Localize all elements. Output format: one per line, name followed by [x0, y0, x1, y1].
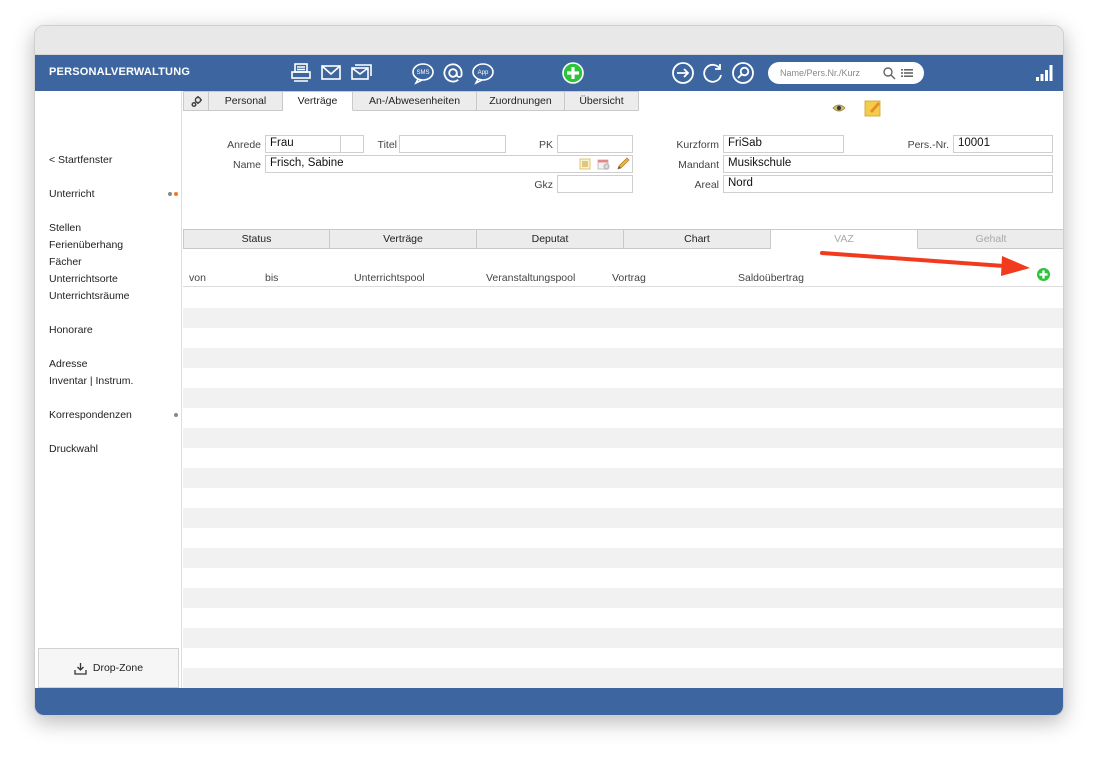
name-field[interactable]: Frisch, Sabine [265, 155, 633, 173]
app-window: PERSONALVERWALTUNG SMS App Name/Pers.Nr.… [34, 25, 1064, 716]
sms-icon[interactable]: SMS [411, 61, 435, 85]
gkz-label: Gkz [534, 179, 553, 191]
sidebar-item-startfenster[interactable]: < Startfenster [49, 154, 112, 166]
search-input[interactable] [780, 66, 876, 80]
persnr-field[interactable]: 10001 [953, 135, 1053, 153]
kurzform-field[interactable]: FriSab [723, 135, 844, 153]
anrede-field[interactable]: Frau [265, 135, 341, 153]
at-email-icon[interactable] [441, 61, 465, 85]
sub-tabs: Status Verträge Deputat Chart VAZ Gehalt [183, 229, 1063, 249]
main-content: Personal Verträge An-/Abwesenheiten Zuor… [183, 91, 1063, 688]
titel-field[interactable] [399, 135, 506, 153]
tab-an-abwesenheiten[interactable]: An-/Abwesenheiten [353, 91, 477, 111]
sidebar-item-unterrichtsraeume[interactable]: Unterrichtsräume [49, 290, 130, 302]
column-saldouebertrag[interactable]: Saldoübertrag [738, 272, 804, 284]
column-unterrichtspool[interactable]: Unterrichtspool [354, 272, 425, 284]
search-icon[interactable] [882, 66, 896, 80]
kurzform-label: Kurzform [676, 139, 719, 151]
edit-pencil-icon[interactable] [616, 156, 631, 171]
refresh-icon[interactable] [701, 61, 725, 85]
sidebar-item-inventar[interactable]: Inventar | Instrum. [49, 375, 133, 387]
column-bis[interactable]: bis [265, 272, 278, 284]
search-box [768, 62, 924, 84]
bottom-bar [35, 688, 1063, 715]
gkz-field[interactable] [557, 175, 633, 193]
search-zoom-icon[interactable] [731, 61, 755, 85]
mandant-field[interactable]: Musikschule [723, 155, 1053, 173]
column-vortrag[interactable]: Vortrag [612, 272, 646, 284]
sidebar-item-stellen[interactable]: Stellen [49, 222, 81, 234]
svg-text:App: App [478, 70, 489, 76]
print-icon[interactable] [289, 61, 313, 85]
download-tray-icon [74, 662, 87, 675]
name-label: Name [232, 159, 261, 171]
column-veranstaltungspool[interactable]: Veranstaltungspool [486, 272, 575, 284]
calendar-icon[interactable] [597, 158, 610, 170]
table-body [183, 288, 1063, 688]
app-title: PERSONALVERWALTUNG [49, 66, 191, 78]
status-dots [174, 413, 178, 417]
tab-vaz[interactable]: VAZ [771, 229, 918, 249]
main-tabs: Personal Verträge An-/Abwesenheiten Zuor… [183, 91, 639, 111]
mail-bulk-icon[interactable] [349, 61, 373, 85]
eye-icon[interactable] [832, 101, 846, 115]
anrede-extra-field[interactable] [340, 135, 364, 153]
tab-settings-gear[interactable] [183, 91, 209, 111]
status-dots [168, 192, 178, 196]
titel-label: Titel [377, 139, 397, 151]
sidebar-item-faecher[interactable]: Fächer [49, 256, 82, 268]
sidebar-item-label: Korrespondenzen [49, 409, 132, 421]
persnr-label: Pers.-Nr. [907, 139, 949, 151]
forward-arrow-icon[interactable] [671, 61, 695, 85]
drop-zone-label: Drop-Zone [92, 662, 144, 674]
column-von[interactable]: von [189, 272, 206, 284]
add-record-icon[interactable] [561, 61, 585, 85]
tab-personal[interactable]: Personal [209, 91, 283, 111]
window-titlebar [35, 26, 1063, 55]
sidebar-item-druckwahl[interactable]: Druckwahl [49, 443, 98, 455]
pk-field[interactable] [557, 135, 633, 153]
top-toolbar: PERSONALVERWALTUNG SMS App [35, 55, 1063, 91]
tab-gehalt[interactable]: Gehalt [918, 229, 1063, 249]
sidebar-item-label: Unterricht [49, 188, 95, 200]
mandant-label: Mandant [678, 159, 719, 171]
mail-icon[interactable] [319, 61, 343, 85]
tab-deputat[interactable]: Deputat [477, 229, 624, 249]
sidebar-item-honorare[interactable]: Honorare [49, 324, 93, 336]
app-message-icon[interactable]: App [471, 61, 495, 85]
drop-zone[interactable]: Drop-Zone [38, 648, 179, 688]
table-header: von bis Unterrichtspool Veranstaltungspo… [183, 267, 1063, 287]
tab-vertraege[interactable]: Verträge [283, 91, 353, 111]
tab-chart[interactable]: Chart [624, 229, 771, 249]
sidebar-item-adresse[interactable]: Adresse [49, 358, 88, 370]
list-detail-icon[interactable] [579, 158, 591, 170]
sidebar: < Startfenster Unterricht Stellen Ferien… [35, 91, 182, 688]
tab-vertraege-sub[interactable]: Verträge [330, 229, 477, 249]
sidebar-item-korrespondenzen[interactable]: Korrespondenzen [49, 409, 180, 421]
tab-zuordnungen[interactable]: Zuordnungen [477, 91, 565, 111]
tab-uebersicht[interactable]: Übersicht [565, 91, 639, 111]
note-icon[interactable] [864, 99, 882, 117]
sidebar-item-unterrichtsorte[interactable]: Unterrichtsorte [49, 273, 118, 285]
anrede-label: Anrede [227, 139, 261, 151]
areal-label: Areal [694, 179, 719, 191]
areal-field[interactable]: Nord [723, 175, 1053, 193]
list-icon[interactable] [900, 66, 914, 80]
sidebar-item-ferienueberhang[interactable]: Ferienüberhang [49, 239, 123, 251]
pk-label: PK [538, 139, 553, 151]
tab-status[interactable]: Status [183, 229, 330, 249]
gears-icon [190, 95, 202, 107]
svg-text:SMS: SMS [416, 70, 429, 76]
sidebar-item-unterricht[interactable]: Unterricht [49, 188, 180, 200]
add-row-icon[interactable] [1036, 267, 1051, 282]
signal-strength-icon [1036, 65, 1053, 81]
